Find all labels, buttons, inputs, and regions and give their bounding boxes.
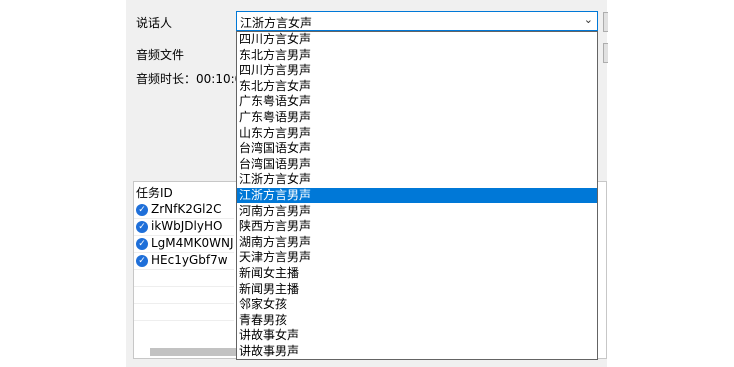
dropdown-option[interactable]: 讲故事女声 — [237, 328, 597, 343]
task-row[interactable]: ✓ HEc1yGbf7w — [136, 253, 228, 269]
row-divider — [134, 269, 234, 270]
dropdown-option[interactable]: 广东粤语男声 — [237, 110, 597, 125]
dropdown-option[interactable]: 江浙方言女声 — [237, 172, 597, 187]
dropdown-option[interactable]: 河南方言男声 — [237, 204, 597, 219]
dropdown-option[interactable]: 东北方言男声 — [237, 48, 597, 63]
dropdown-option[interactable]: 广东粤语女声 — [237, 94, 597, 109]
row-divider — [134, 286, 234, 287]
task-row[interactable]: ✓ LgM4MK0WNJ — [136, 236, 234, 252]
task-id: ikWbJDlyHO — [151, 219, 223, 233]
duration-label: 音频时长：00:10:0 — [136, 72, 243, 86]
speaker-dropdown-list[interactable]: 四川方言女声 东北方言男声 四川方言男声 东北方言女声 广东粤语女声 广东粤语男… — [236, 31, 598, 360]
dropdown-option[interactable]: 新闻女主播 — [237, 266, 597, 281]
task-id: ZrNfK2Gl2C — [151, 202, 222, 216]
speaker-combobox[interactable]: 江浙方言女声 ⌄ — [236, 11, 598, 31]
dropdown-option[interactable]: 青春男孩 — [237, 313, 597, 328]
checkmark-icon: ✓ — [136, 203, 148, 216]
dropdown-option[interactable]: 山东方言男声 — [237, 126, 597, 141]
speaker-label: 说话人 — [136, 16, 173, 30]
row-divider — [134, 320, 234, 321]
task-id-column-header[interactable]: 任务ID — [136, 184, 173, 201]
task-row[interactable]: ✓ ZrNfK2Gl2C — [136, 202, 222, 218]
dropdown-option[interactable]: 台湾国语女声 — [237, 141, 597, 156]
dropdown-option[interactable]: 四川方言男声 — [237, 63, 597, 78]
checkmark-icon: ✓ — [136, 254, 148, 267]
task-id: LgM4MK0WNJ — [151, 236, 234, 250]
audio-file-label: 音频文件 — [136, 48, 185, 62]
task-id: HEc1yGbf7w — [151, 253, 228, 267]
dropdown-option[interactable]: 讲故事男声 — [237, 344, 597, 359]
horizontal-scrollbar-thumb[interactable] — [150, 348, 236, 356]
checkmark-icon: ✓ — [136, 220, 148, 233]
task-row[interactable]: ✓ ikWbJDlyHO — [136, 219, 222, 235]
side-button-1[interactable] — [603, 12, 608, 32]
dropdown-option-selected[interactable]: 江浙方言男声 — [237, 188, 597, 203]
dropdown-option[interactable]: 邻家女孩 — [237, 297, 597, 312]
speaker-combobox-value: 江浙方言女声 — [240, 16, 313, 30]
dropdown-option[interactable]: 天津方言男声 — [237, 250, 597, 265]
dropdown-option[interactable]: 东北方言女声 — [237, 79, 597, 94]
dropdown-option[interactable]: 台湾国语男声 — [237, 157, 597, 172]
checkmark-icon: ✓ — [136, 237, 148, 250]
dropdown-option[interactable]: 陕西方言男声 — [237, 219, 597, 234]
dropdown-option[interactable]: 四川方言女声 — [237, 32, 597, 47]
dropdown-option[interactable]: 湖南方言男声 — [237, 235, 597, 250]
dropdown-option[interactable]: 新闻男主播 — [237, 282, 597, 297]
chevron-down-icon[interactable]: ⌄ — [584, 13, 593, 26]
row-divider — [134, 303, 234, 304]
side-button-2[interactable] — [603, 43, 608, 63]
